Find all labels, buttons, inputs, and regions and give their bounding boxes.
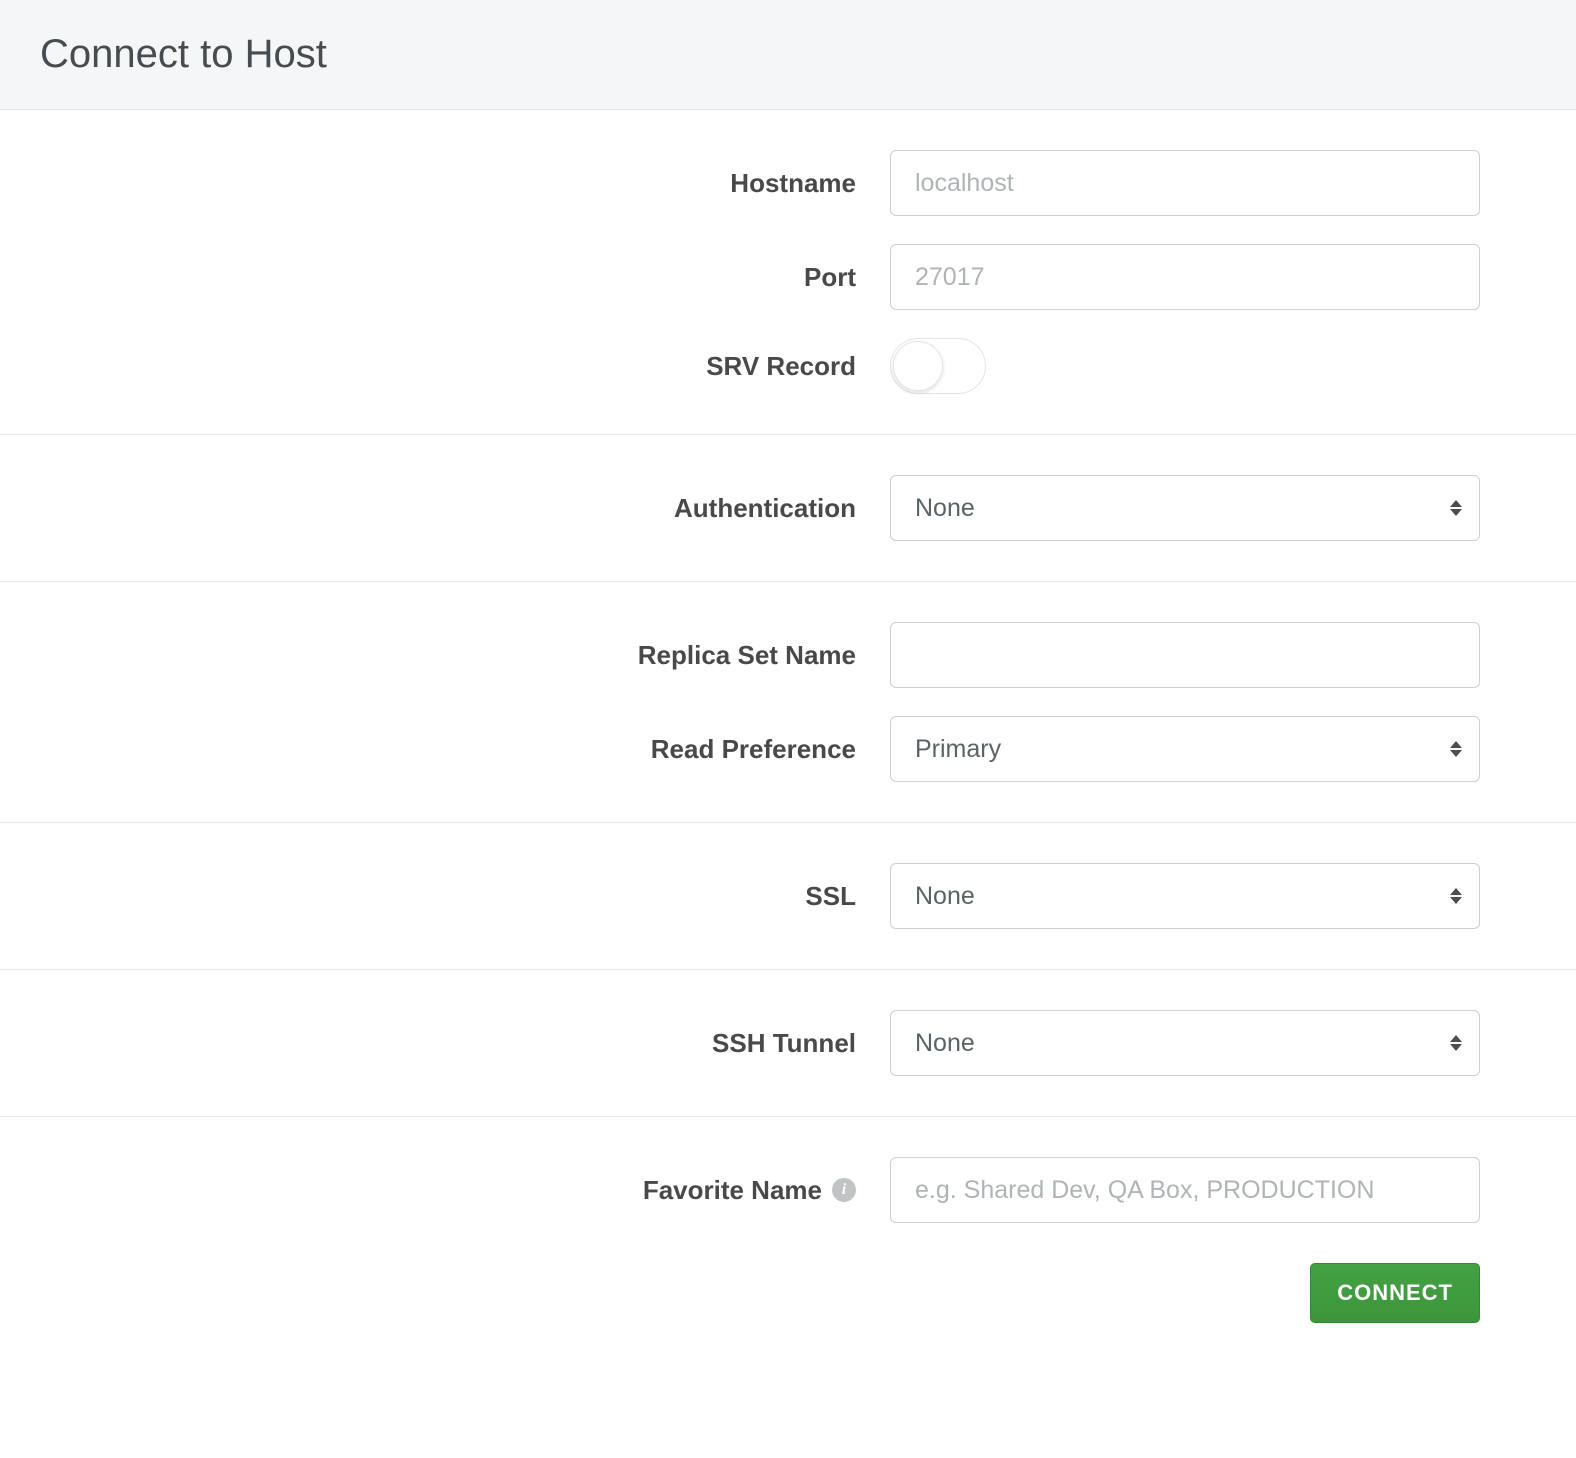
label-read-preference: Read Preference bbox=[0, 734, 890, 765]
replica-set-name-input[interactable] bbox=[890, 622, 1480, 688]
section-favorite: Favorite Name i bbox=[0, 1117, 1576, 1243]
row-srv-record: SRV Record bbox=[0, 338, 1576, 394]
hostname-input[interactable] bbox=[890, 150, 1480, 216]
section-authentication: Authentication None bbox=[0, 435, 1576, 582]
favorite-name-label-text: Favorite Name bbox=[643, 1175, 822, 1206]
ssh-tunnel-select[interactable]: None bbox=[890, 1010, 1480, 1076]
read-preference-select[interactable]: Primary bbox=[890, 716, 1480, 782]
section-host: Hostname Port SRV Record bbox=[0, 110, 1576, 435]
row-ssl: SSL None bbox=[0, 863, 1576, 929]
label-port: Port bbox=[0, 262, 890, 293]
connect-button[interactable]: CONNECT bbox=[1310, 1263, 1480, 1323]
dialog-header: Connect to Host bbox=[0, 0, 1576, 110]
srv-record-toggle[interactable] bbox=[890, 338, 986, 394]
label-replica-set-name: Replica Set Name bbox=[0, 640, 890, 671]
label-authentication: Authentication bbox=[0, 493, 890, 524]
label-favorite-name: Favorite Name i bbox=[0, 1175, 890, 1206]
page-title: Connect to Host bbox=[40, 32, 1536, 77]
row-favorite-name: Favorite Name i bbox=[0, 1157, 1576, 1223]
label-hostname: Hostname bbox=[0, 168, 890, 199]
section-ssh-tunnel: SSH Tunnel None bbox=[0, 970, 1576, 1117]
row-authentication: Authentication None bbox=[0, 475, 1576, 541]
row-port: Port bbox=[0, 244, 1576, 310]
section-replica: Replica Set Name Read Preference Primary bbox=[0, 582, 1576, 823]
button-row: CONNECT bbox=[0, 1243, 1576, 1363]
section-ssl: SSL None bbox=[0, 823, 1576, 970]
row-read-preference: Read Preference Primary bbox=[0, 716, 1576, 782]
row-hostname: Hostname bbox=[0, 150, 1576, 216]
label-ssh-tunnel: SSH Tunnel bbox=[0, 1028, 890, 1059]
label-srv-record: SRV Record bbox=[0, 351, 890, 382]
label-ssl: SSL bbox=[0, 881, 890, 912]
row-ssh-tunnel: SSH Tunnel None bbox=[0, 1010, 1576, 1076]
port-input[interactable] bbox=[890, 244, 1480, 310]
info-icon[interactable]: i bbox=[832, 1178, 856, 1202]
row-replica-set-name: Replica Set Name bbox=[0, 622, 1576, 688]
authentication-select[interactable]: None bbox=[890, 475, 1480, 541]
toggle-knob bbox=[893, 341, 943, 391]
favorite-name-input[interactable] bbox=[890, 1157, 1480, 1223]
ssl-select[interactable]: None bbox=[890, 863, 1480, 929]
